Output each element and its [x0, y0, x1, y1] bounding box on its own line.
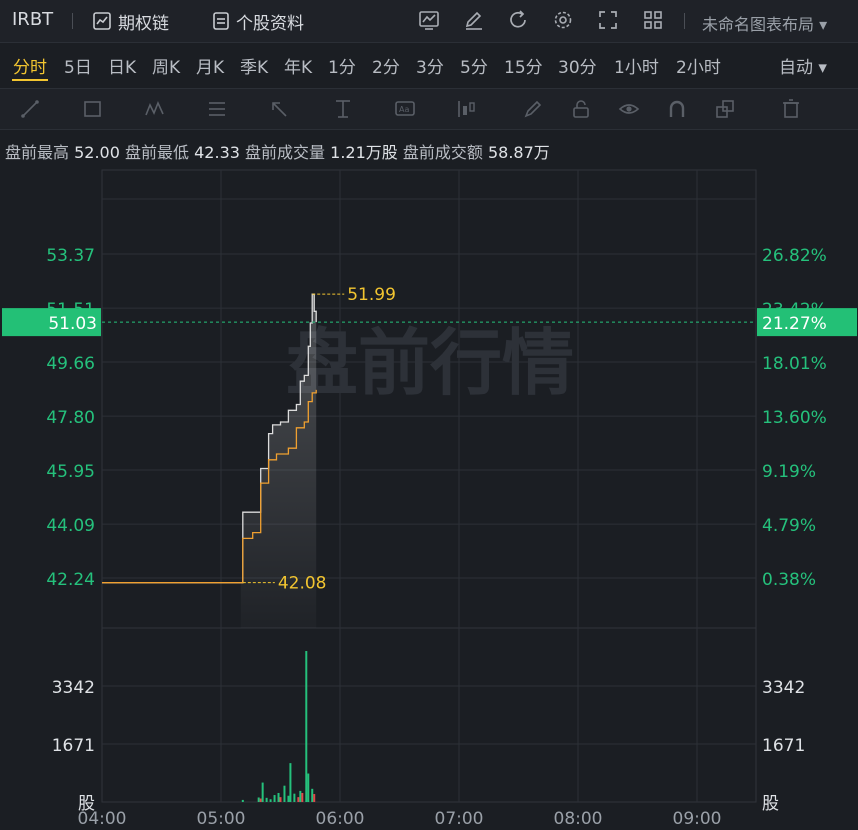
percent-tick-label: 4.79%	[762, 516, 816, 536]
volume-tick-label-right: 1671	[762, 736, 805, 756]
volume-bar	[311, 788, 314, 802]
high-marker-label: 51.99	[347, 285, 396, 305]
low-marker-label: 42.08	[278, 574, 327, 594]
x-tick-label: 08:00	[554, 809, 603, 829]
volume-bar	[257, 797, 260, 802]
x-tick-label: 05:00	[197, 809, 246, 829]
price-tick-label: 44.09	[46, 516, 95, 536]
volume-bar	[265, 797, 268, 802]
volume-bar	[259, 798, 262, 802]
volume-tick-label-left: 1671	[52, 736, 95, 756]
volume-bar	[261, 782, 264, 802]
percent-tick-label: 18.01%	[762, 354, 827, 374]
price-tick-label: 53.37	[46, 246, 95, 266]
volume-bar	[269, 799, 272, 802]
volume-bar	[287, 795, 290, 802]
volume-bar	[313, 794, 316, 802]
watermark-text: 盘前行情	[286, 321, 574, 405]
volume-bar	[305, 651, 308, 802]
volume-bar	[289, 763, 292, 802]
volume-bar	[301, 792, 304, 802]
volume-tick-label-left: 3342	[52, 678, 95, 698]
volume-bar	[293, 793, 296, 802]
percent-tick-label: 26.82%	[762, 246, 827, 266]
volume-tick-label-right: 3342	[762, 678, 805, 698]
percent-tick-label: 0.38%	[762, 570, 816, 590]
percent-tick-label: 13.60%	[762, 408, 827, 428]
x-tick-label: 09:00	[673, 809, 722, 829]
x-tick-label: 06:00	[316, 809, 365, 829]
percent-tick-label: 9.19%	[762, 462, 816, 482]
current-pct-label: 21.27%	[762, 314, 827, 334]
volume-bar	[307, 773, 310, 802]
volume-bar	[241, 799, 244, 802]
plot-frame	[101, 169, 757, 803]
volume-unit-right: 股	[762, 794, 779, 814]
price-tick-label: 47.80	[46, 408, 95, 428]
intraday-chart[interactable]: 04:0005:0006:0007:0008:0009:00盘前行情53.375…	[0, 0, 858, 830]
price-tick-label: 42.24	[46, 570, 95, 590]
volume-bar	[273, 795, 276, 802]
x-tick-label: 07:00	[435, 809, 484, 829]
current-price-label: 51.03	[48, 314, 97, 334]
price-tick-label: 49.66	[46, 354, 95, 374]
volume-bar	[283, 785, 286, 802]
volume-bar	[297, 797, 300, 802]
volume-bar	[279, 797, 282, 802]
price-tick-label: 45.95	[46, 462, 95, 482]
volume-bar	[299, 790, 302, 802]
volume-bar	[277, 792, 280, 802]
volume-unit-left: 股	[78, 794, 95, 814]
